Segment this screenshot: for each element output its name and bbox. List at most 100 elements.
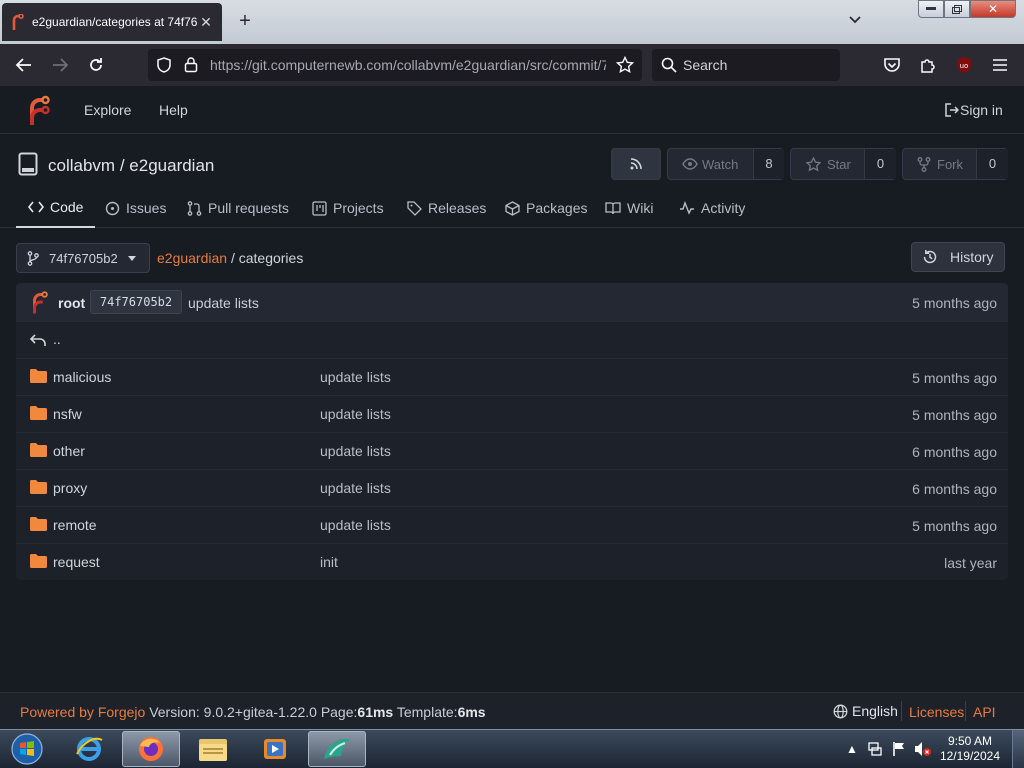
commit-sha-link[interactable]: 74f76705b2 xyxy=(90,290,182,314)
taskbar-firefox[interactable] xyxy=(122,731,180,767)
table-row[interactable]: request init last year xyxy=(16,543,1008,580)
powered-by-link[interactable]: Powered by Forgejo xyxy=(20,704,145,720)
file-name-link[interactable]: other xyxy=(53,443,85,459)
tag-icon xyxy=(407,200,428,216)
tab-close-icon[interactable]: ✕ xyxy=(198,14,214,31)
footer-divider xyxy=(901,701,902,721)
tab-projects[interactable]: Projects xyxy=(312,188,384,228)
history-button[interactable]: History xyxy=(911,242,1005,272)
breadcrumb-root-link[interactable]: e2guardian xyxy=(157,250,227,266)
sign-in-link[interactable]: Sign in xyxy=(945,102,1003,118)
app-teal-icon xyxy=(321,735,353,763)
firefox-icon xyxy=(136,734,166,764)
search-input[interactable]: Search xyxy=(652,49,840,81)
parent-dir-link[interactable]: .. xyxy=(53,331,61,347)
forgejo-logo-icon[interactable] xyxy=(26,94,50,126)
file-name-link[interactable]: nsfw xyxy=(53,406,82,422)
repo-owner-link[interactable]: collabvm xyxy=(48,156,115,175)
api-link[interactable]: API xyxy=(973,704,996,720)
file-name-link[interactable]: remote xyxy=(53,517,97,533)
tab-code[interactable]: Code xyxy=(16,188,96,228)
folder-icon xyxy=(30,517,47,531)
star-count[interactable]: 0 xyxy=(864,149,896,179)
file-name-link[interactable]: malicious xyxy=(53,369,111,385)
window-minimize-button[interactable] xyxy=(918,0,944,18)
tab-activity[interactable]: Activity xyxy=(679,188,745,228)
taskbar-app-active[interactable] xyxy=(308,731,366,767)
branch-selector[interactable]: 74f76705b2 xyxy=(16,243,150,273)
file-commit-message[interactable]: update lists xyxy=(320,517,391,533)
project-board-icon xyxy=(312,200,333,216)
lock-icon[interactable] xyxy=(184,56,198,73)
git-branch-icon xyxy=(27,250,39,266)
author-avatar[interactable] xyxy=(30,290,48,314)
window-restore-button[interactable] xyxy=(944,0,970,18)
forward-arrow-icon[interactable] xyxy=(49,54,71,76)
bookmark-star-icon[interactable] xyxy=(616,56,634,74)
volume-muted-icon[interactable] xyxy=(914,741,932,757)
tab-wiki[interactable]: Wiki xyxy=(605,188,653,228)
file-name-link[interactable]: request xyxy=(53,554,100,570)
address-bar[interactable]: https://git.computernewb.com/collabvm/e2… xyxy=(148,49,642,81)
tab-pull-requests[interactable]: Pull requests xyxy=(187,188,289,228)
language-selector[interactable]: English xyxy=(833,703,898,719)
commit-author[interactable]: root xyxy=(58,295,85,311)
clock-time: 9:50 AM xyxy=(947,734,992,748)
network-icon[interactable] xyxy=(867,741,883,757)
action-center-flag-icon[interactable] xyxy=(892,741,906,757)
show-hidden-icons-icon[interactable]: ▲ xyxy=(846,742,858,756)
pulse-icon xyxy=(679,201,701,215)
file-commit-message[interactable]: init xyxy=(320,554,338,570)
tab-issues[interactable]: Issues xyxy=(105,188,166,228)
watch-count[interactable]: 8 xyxy=(753,149,784,179)
tab-releases[interactable]: Releases xyxy=(407,188,486,228)
commit-message[interactable]: update lists xyxy=(188,295,259,311)
star-button[interactable]: Star 0 xyxy=(790,148,896,180)
repo-name-link[interactable]: e2guardian xyxy=(129,156,214,175)
hamburger-menu-icon[interactable] xyxy=(989,54,1011,76)
nav-help-link[interactable]: Help xyxy=(159,102,188,118)
table-row[interactable]: remote update lists 5 months ago xyxy=(16,506,1008,543)
watch-button[interactable]: Watch 8 xyxy=(667,148,784,180)
file-age: 6 months ago xyxy=(912,444,997,460)
nav-explore-link[interactable]: Explore xyxy=(84,102,131,118)
file-commit-message[interactable]: update lists xyxy=(320,480,391,496)
licenses-link[interactable]: Licenses xyxy=(909,704,964,720)
new-tab-icon[interactable]: + xyxy=(234,10,256,32)
taskbar-clock[interactable]: 9:50 AM 12/19/2024 xyxy=(940,734,1000,764)
table-row[interactable]: other update lists 6 months ago xyxy=(16,432,1008,469)
file-commit-message[interactable]: update lists xyxy=(320,369,391,385)
table-row[interactable]: malicious update lists 5 months ago xyxy=(16,358,1008,395)
table-row[interactable]: proxy update lists 6 months ago xyxy=(16,469,1008,506)
browser-tab[interactable]: e2guardian/categories at 74f76705b2 ✕ xyxy=(2,3,222,41)
pocket-icon[interactable] xyxy=(881,54,903,76)
table-row[interactable]: nsfw update lists 5 months ago xyxy=(16,395,1008,432)
file-name-link[interactable]: proxy xyxy=(53,480,87,496)
list-all-tabs-icon[interactable] xyxy=(848,12,868,32)
tab-packages[interactable]: Packages xyxy=(505,188,587,228)
file-commit-message[interactable]: update lists xyxy=(320,406,391,422)
taskbar-media-player[interactable] xyxy=(246,731,304,767)
window-close-button[interactable]: ✕ xyxy=(970,0,1016,18)
footer-template-time: 6ms xyxy=(457,704,486,720)
taskbar-internet-explorer[interactable] xyxy=(60,731,118,767)
folder-icon xyxy=(30,369,47,383)
show-desktop-button[interactable] xyxy=(1012,730,1024,768)
fork-button[interactable]: Fork 0 xyxy=(902,148,1008,180)
url-host: https://git.computernewb.com xyxy=(210,57,393,73)
history-clock-icon xyxy=(922,249,938,265)
fork-count[interactable]: 0 xyxy=(976,149,1008,179)
extensions-puzzle-icon[interactable] xyxy=(917,54,939,76)
taskbar-file-explorer[interactable] xyxy=(184,731,242,767)
url-text[interactable]: https://git.computernewb.com/collabvm/e2… xyxy=(210,57,606,73)
tab-packages-label: Packages xyxy=(526,200,588,216)
reload-icon[interactable] xyxy=(85,54,107,76)
parent-dir-row[interactable]: .. xyxy=(16,321,1008,358)
ublock-origin-icon[interactable]: uo xyxy=(953,54,975,76)
start-button[interactable] xyxy=(7,732,47,766)
file-commit-message[interactable]: update lists xyxy=(320,443,391,459)
tracking-shield-icon[interactable] xyxy=(156,57,172,73)
package-icon xyxy=(505,200,526,216)
rss-feed-button[interactable] xyxy=(611,148,661,180)
back-arrow-icon[interactable] xyxy=(13,54,35,76)
